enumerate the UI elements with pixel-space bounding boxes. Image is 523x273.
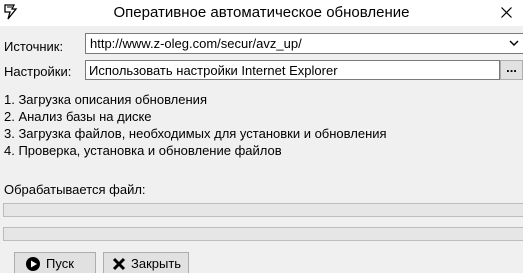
settings-value: Использовать настройки Internet Explorer — [89, 63, 338, 78]
close-icon — [501, 7, 512, 18]
close-button-label: Закрыть — [131, 256, 182, 271]
source-label: Источник: — [4, 39, 64, 54]
settings-label: Настройки: — [4, 64, 72, 79]
window-title: Оперативное автоматическое обновление — [113, 4, 410, 21]
step-item: 3. Загрузка файлов, необходимых для уста… — [4, 126, 387, 141]
settings-browse-button[interactable]: ... — [500, 60, 523, 80]
settings-field[interactable]: Использовать настройки Internet Explorer — [85, 60, 500, 80]
file-progress-bar — [3, 203, 523, 217]
play-icon — [25, 256, 41, 272]
source-combobox[interactable]: http://www.z-oleg.com/secur/avz_up/ — [85, 33, 523, 54]
start-button[interactable]: Пуск — [14, 252, 96, 273]
start-button-label: Пуск — [46, 256, 74, 271]
chevron-down-icon[interactable] — [506, 34, 522, 53]
update-dialog: Оперативное автоматическое обновление Ис… — [0, 0, 523, 273]
window-close-button[interactable] — [489, 0, 523, 26]
total-progress-bar — [3, 227, 523, 241]
x-icon — [111, 256, 127, 272]
step-item: 2. Анализ базы на диске — [4, 109, 152, 124]
title-bar: Оперативное автоматическое обновление — [0, 0, 523, 26]
step-item: 1. Загрузка описания обновления — [4, 92, 207, 107]
source-value: http://www.z-oleg.com/secur/avz_up/ — [90, 36, 302, 51]
close-button[interactable]: Закрыть — [103, 252, 189, 273]
processing-label: Обрабатывается файл: — [4, 182, 146, 197]
step-item: 4. Проверка, установка и обновление файл… — [4, 143, 282, 158]
